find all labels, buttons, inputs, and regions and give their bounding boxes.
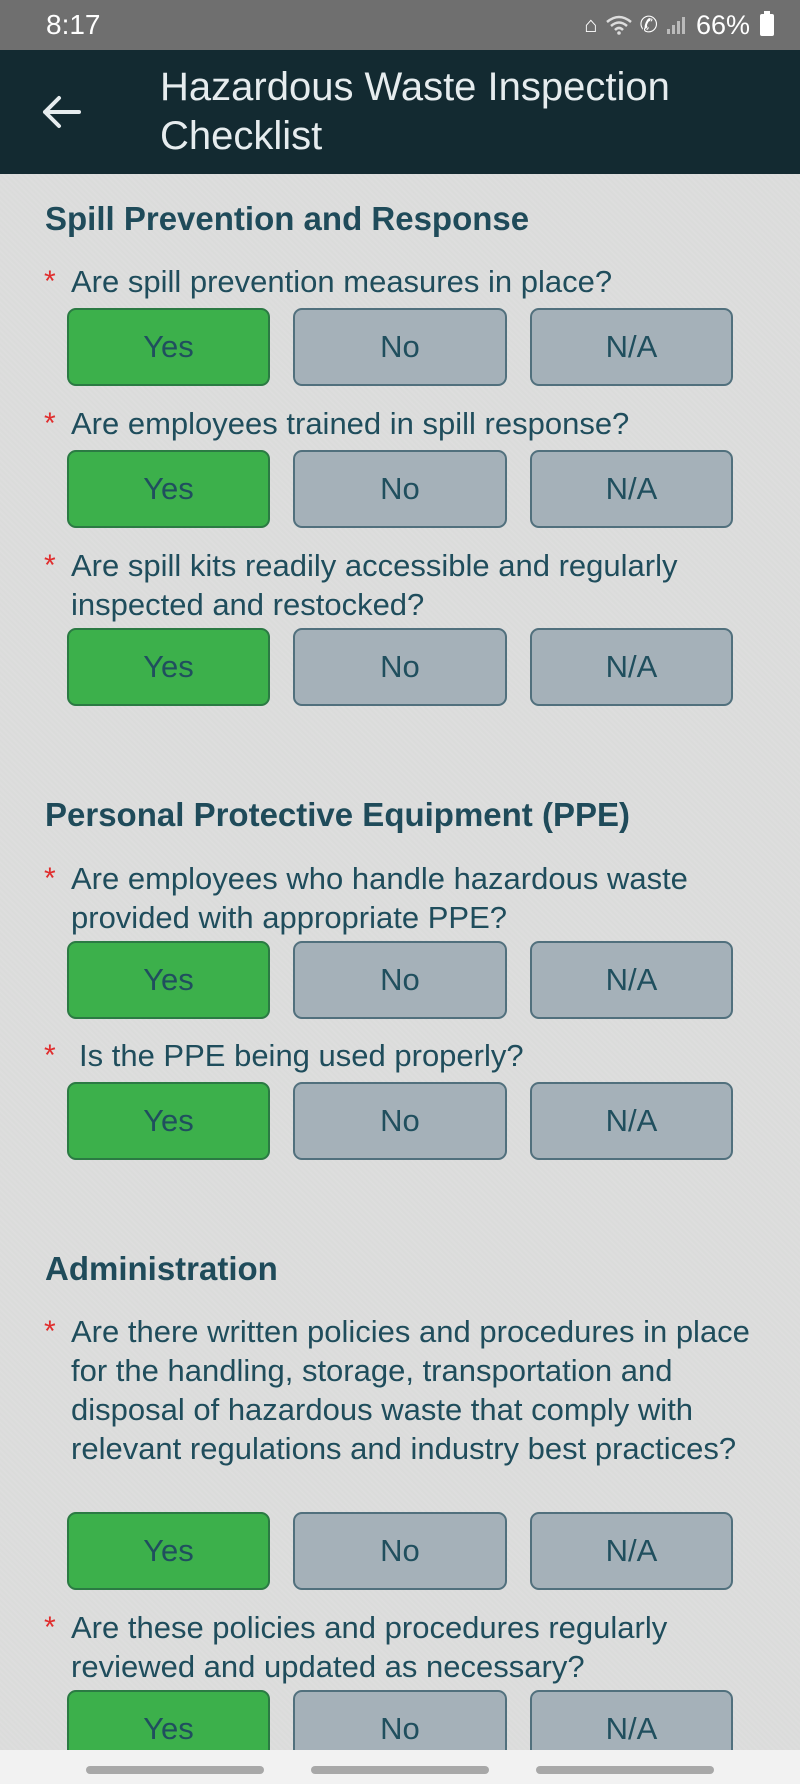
na-button[interactable]: N/A	[530, 1082, 733, 1160]
na-button[interactable]: N/A	[530, 1512, 733, 1590]
yes-button[interactable]: Yes	[67, 1082, 270, 1160]
question-spill-training: * Are employees trained in spill respons…	[44, 404, 764, 443]
required-mark: *	[44, 1611, 56, 1644]
yes-button[interactable]: Yes	[67, 628, 270, 706]
choice-group: Yes No N/A	[67, 1690, 733, 1750]
question-text: Are these policies and procedures regula…	[71, 1610, 668, 1684]
required-mark: *	[44, 1315, 56, 1348]
na-button[interactable]: N/A	[530, 1690, 733, 1750]
no-button[interactable]: No	[293, 1690, 507, 1750]
question-text: Is the PPE being used properly?	[79, 1038, 524, 1073]
required-mark: *	[44, 407, 56, 440]
question-text: Are employees who handle hazardous waste…	[71, 861, 688, 935]
yes-button[interactable]: Yes	[67, 450, 270, 528]
choice-group: Yes No N/A	[67, 1512, 733, 1590]
page-title-line-2: Checklist	[160, 114, 323, 158]
status-icons: ⌂ ✆ 66%	[584, 10, 774, 41]
question-ppe-used: * Is the PPE being used properly?	[44, 1036, 764, 1075]
no-button[interactable]: No	[293, 450, 507, 528]
choice-group: Yes No N/A	[67, 941, 733, 1019]
required-mark: *	[44, 549, 56, 582]
no-button[interactable]: No	[293, 308, 507, 386]
yes-button[interactable]: Yes	[67, 1512, 270, 1590]
home-button[interactable]	[311, 1766, 489, 1774]
back-button[interactable]	[30, 81, 92, 143]
recents-button[interactable]	[86, 1766, 264, 1774]
question-written-policies: * Are there written policies and procedu…	[44, 1312, 764, 1468]
question-ppe-provided: * Are employees who handle hazardous was…	[44, 859, 764, 937]
question-text: Are there written policies and procedure…	[71, 1314, 750, 1466]
checklist-content[interactable]: Spill Prevention and Response * Are spil…	[0, 174, 800, 1750]
no-button[interactable]: No	[293, 1512, 507, 1590]
yes-button[interactable]: Yes	[67, 941, 270, 1019]
section-title-ppe: Personal Protective Equipment (PPE)	[45, 796, 630, 833]
app-bar: Hazardous Waste Inspection Checklist	[0, 50, 800, 174]
navigation-bar	[0, 1750, 800, 1784]
question-text: Are spill kits readily accessible and re…	[71, 548, 678, 622]
arrow-left-icon	[43, 96, 81, 128]
question-spill-measures: * Are spill prevention measures in place…	[44, 262, 764, 301]
status-bar: 8:17 ⌂ ✆ 66%	[0, 0, 800, 50]
na-button[interactable]: N/A	[530, 308, 733, 386]
required-mark: *	[44, 265, 56, 298]
section-title-spill: Spill Prevention and Response	[45, 200, 530, 237]
na-button[interactable]: N/A	[530, 450, 733, 528]
choice-group: Yes No N/A	[67, 308, 733, 386]
question-spill-kits: * Are spill kits readily accessible and …	[44, 546, 764, 624]
question-policies-reviewed: * Are these policies and procedures regu…	[44, 1608, 764, 1686]
house-icon: ⌂	[584, 12, 598, 37]
required-mark: *	[44, 1039, 56, 1072]
question-text: Are spill prevention measures in place?	[71, 264, 613, 299]
required-mark: *	[44, 862, 56, 895]
choice-group: Yes No N/A	[67, 1082, 733, 1160]
battery-percent: 66%	[695, 9, 750, 40]
no-button[interactable]: No	[293, 1082, 507, 1160]
signal-icon	[666, 17, 685, 34]
question-text: Are employees trained in spill response?	[71, 406, 630, 441]
battery-icon	[760, 11, 774, 36]
yes-button[interactable]: Yes	[67, 1690, 270, 1750]
section-title-administration: Administration	[45, 1250, 278, 1287]
choice-group: Yes No N/A	[67, 450, 733, 528]
page-title-line-1: Hazardous Waste Inspection	[160, 65, 670, 109]
na-button[interactable]: N/A	[530, 941, 733, 1019]
page-title: Hazardous Waste Inspection Checklist	[160, 63, 670, 161]
wifi-calling-icon: ✆	[639, 12, 658, 37]
yes-button[interactable]: Yes	[67, 308, 270, 386]
no-button[interactable]: No	[293, 941, 507, 1019]
no-button[interactable]: No	[293, 628, 507, 706]
na-button[interactable]: N/A	[530, 628, 733, 706]
status-time: 8:17	[46, 9, 101, 40]
back-nav-button[interactable]	[536, 1766, 714, 1774]
choice-group: Yes No N/A	[67, 628, 733, 706]
wifi-icon	[605, 15, 632, 35]
